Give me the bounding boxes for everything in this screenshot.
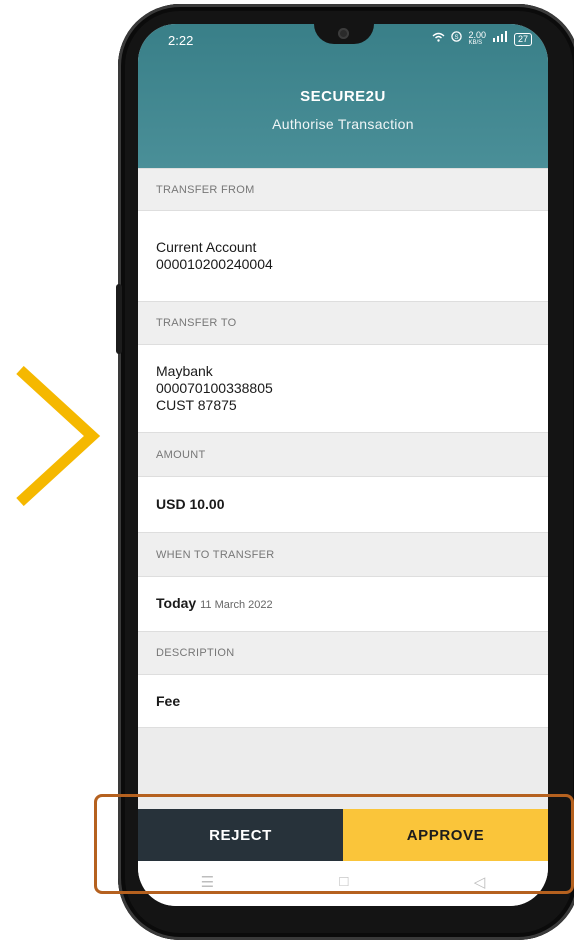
signal-icon [492, 31, 508, 47]
value-amount: USD 10.00 [138, 477, 548, 532]
status-bar: 2:22 S 2.00 KB/S 27 [138, 24, 548, 58]
to-account-number: 000070100338805 [156, 380, 273, 396]
approve-button[interactable]: APPROVE [343, 809, 548, 861]
value-transfer-to: Maybank 000070100338805 CUST 87875 [138, 345, 548, 432]
status-icons: S 2.00 KB/S 27 [432, 31, 532, 47]
phone-screen: SECURE2U Authorise Transaction 2:22 S 2.… [138, 24, 548, 906]
value-description: Fee [138, 675, 548, 728]
camera-icon [338, 28, 349, 39]
data-speed-value: 2.00 [468, 30, 486, 40]
value-transfer-from: Current Account 000010200240004 [138, 211, 548, 301]
notch [314, 24, 374, 44]
description-value: Fee [156, 692, 181, 709]
to-bank-name: Maybank [156, 363, 213, 379]
home-icon[interactable]: □ [339, 873, 348, 890]
label-description: DESCRIPTION [138, 631, 548, 675]
power-button [116, 284, 122, 354]
to-reference: CUST 87875 [156, 397, 237, 413]
shield-icon: S [451, 31, 463, 47]
svg-text:S: S [455, 35, 459, 41]
phone-frame: SECURE2U Authorise Transaction 2:22 S 2.… [116, 4, 574, 940]
data-speed: 2.00 KB/S [468, 31, 486, 47]
wifi-icon [432, 32, 445, 47]
amount-value: USD 10.00 [156, 496, 225, 512]
label-transfer-from: TRANSFER FROM [138, 168, 548, 211]
page-subtitle: Authorise Transaction [272, 116, 414, 132]
from-account-name: Current Account [156, 239, 257, 255]
action-bar: REJECT APPROVE [138, 809, 548, 861]
label-transfer-to: TRANSFER TO [138, 301, 548, 345]
label-when: WHEN TO TRANSFER [138, 532, 548, 577]
menu-icon[interactable]: ☰ [201, 873, 214, 891]
battery-icon: 27 [513, 32, 532, 46]
chevron-right-icon [16, 366, 101, 506]
data-speed-unit: KB/S [468, 40, 483, 46]
when-date: 11 March 2022 [200, 598, 273, 611]
from-account-number: 000010200240004 [156, 256, 273, 272]
when-day: Today [156, 594, 197, 611]
label-amount: AMOUNT [138, 432, 548, 477]
transaction-details: TRANSFER FROM Current Account 0000102002… [138, 168, 548, 728]
system-nav-bar: ☰ □ ◁ [138, 861, 548, 906]
status-time: 2:22 [168, 33, 194, 48]
value-when: Today 11 March 2022 [138, 577, 548, 631]
back-icon[interactable]: ◁ [474, 873, 486, 891]
reject-button[interactable]: REJECT [138, 809, 343, 861]
page-title: SECURE2U [300, 88, 386, 105]
